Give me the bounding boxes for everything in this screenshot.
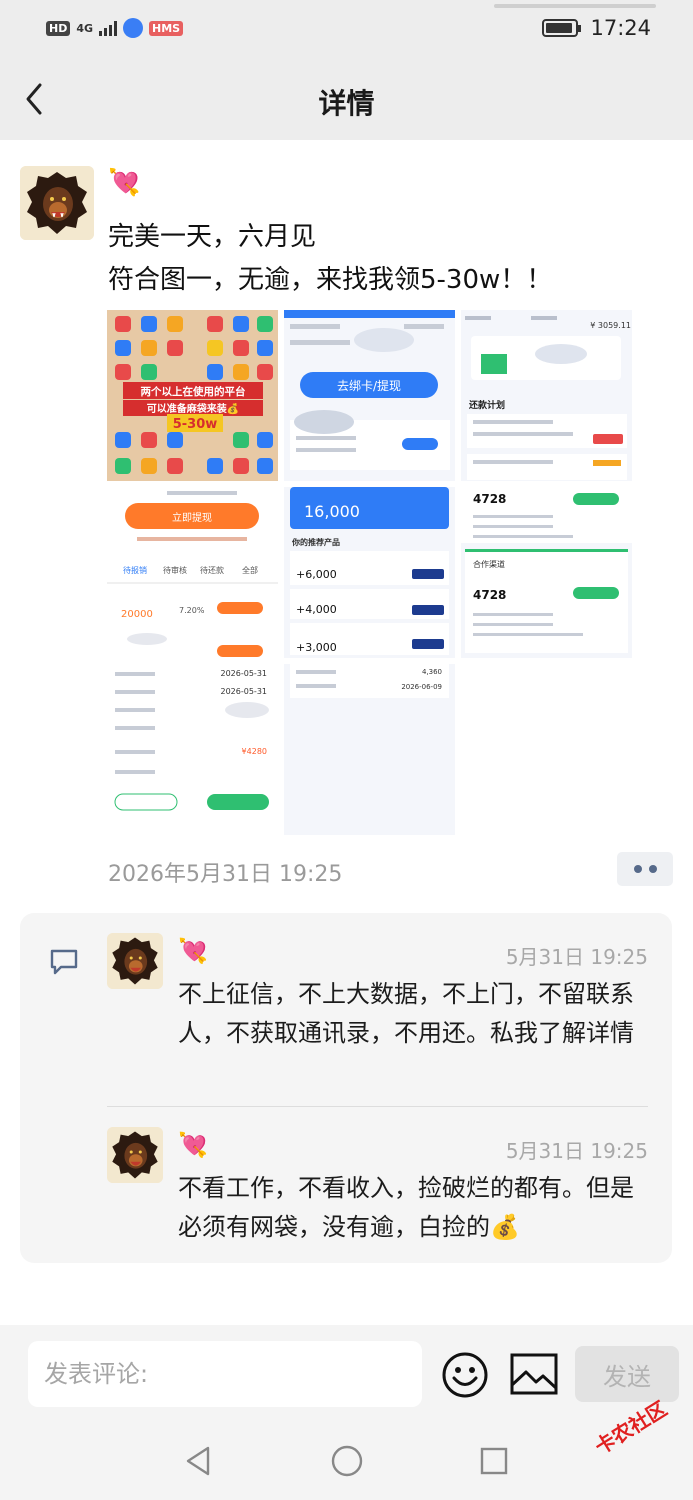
img3-amount: ¥ 3059.11 bbox=[590, 321, 631, 330]
emoji-icon bbox=[442, 1352, 488, 1398]
dot-icon bbox=[633, 865, 642, 873]
img2-button-label: 去绑卡/提现 bbox=[337, 378, 401, 393]
page-title: 详情 bbox=[318, 87, 375, 120]
img7-date-2: 2026-05-31 bbox=[221, 687, 268, 696]
post-image-6[interactable]: 4728 合作渠道 4728 bbox=[461, 487, 632, 658]
img7-price: ¥4280 bbox=[242, 747, 267, 756]
post-image-3[interactable]: ¥ 3059.11 还款计划 bbox=[461, 310, 632, 481]
post-text-line1: 完美一天，六月见 bbox=[108, 222, 317, 252]
system-back-button[interactable] bbox=[180, 1443, 216, 1479]
img5-amount: 16,000 bbox=[304, 502, 360, 521]
nav-bar: 详情 bbox=[0, 58, 693, 140]
lion-avatar-icon bbox=[107, 933, 163, 989]
clock: 17:24 bbox=[590, 16, 651, 40]
status-bar: HD 4G HMS 17:24 bbox=[0, 0, 693, 58]
comment-icon bbox=[48, 947, 80, 977]
comment-time: 5月31日 19:25 bbox=[505, 1139, 648, 1163]
post-image-8[interactable]: 4,360 2026-06-09 bbox=[284, 664, 455, 835]
system-home-button[interactable] bbox=[329, 1443, 365, 1479]
img4-tab-4: 全部 bbox=[242, 565, 258, 575]
network-label: 4G bbox=[76, 21, 94, 35]
img8-amount: 4,360 bbox=[422, 668, 442, 676]
comment-composer: 发送 bbox=[0, 1325, 693, 1425]
heart-emoji: 💘 bbox=[178, 937, 208, 965]
hd-badge: HD bbox=[46, 20, 71, 36]
img3-title: 还款计划 bbox=[468, 399, 505, 411]
avatar[interactable] bbox=[107, 933, 163, 989]
img5-item-3: +3,000 bbox=[296, 641, 337, 654]
comment-time: 5月31日 19:25 bbox=[505, 945, 648, 969]
img4-tab-1: 待报销 bbox=[123, 565, 147, 575]
img6-amount-2: 4728 bbox=[473, 588, 506, 602]
image-button[interactable] bbox=[509, 1352, 559, 1396]
avatar[interactable] bbox=[107, 1127, 163, 1183]
img6-amount-1: 4728 bbox=[473, 492, 506, 506]
post-image-2[interactable]: 去绑卡/提现 bbox=[284, 310, 455, 481]
img7-date-1: 2026-05-31 bbox=[221, 669, 268, 678]
home-circle-icon bbox=[331, 1445, 363, 1477]
lion-avatar-icon bbox=[107, 1127, 163, 1183]
post-image-5[interactable]: 16,000 你的推荐产品 +6,000 +4,000 +3,000 bbox=[284, 487, 455, 658]
post-image-4[interactable]: 立即提现 待报销 待审核 待还款 全部 20000 7.20% bbox=[107, 487, 278, 658]
hms-badge: HMS bbox=[149, 20, 184, 36]
post-image-1[interactable]: 两个以上在使用的平台 可以准备麻袋来装💰 5-30w bbox=[107, 310, 278, 481]
post-timestamp: 2026年5月31日 19:25 bbox=[108, 862, 343, 887]
system-recents-button[interactable] bbox=[476, 1443, 512, 1479]
img4-tab-3: 待还款 bbox=[200, 565, 224, 575]
avatar[interactable] bbox=[20, 166, 94, 240]
dot-icon bbox=[648, 865, 657, 873]
image-grid: 两个以上在使用的平台 可以准备麻袋来装💰 5-30w 去绑卡/提现 ¥ 3059… bbox=[107, 310, 633, 835]
img8-date: 2026-06-09 bbox=[401, 683, 442, 691]
status-right: 17:24 bbox=[542, 16, 651, 40]
img1-overlay-line3: 5-30w bbox=[173, 417, 218, 432]
comment-text: 不上征信，不上大数据，不上门，不留联系人，不获取通讯录，不用还。私我了解详情 bbox=[178, 980, 634, 1047]
img5-item-2: +4,000 bbox=[296, 603, 337, 616]
send-button[interactable]: 发送 bbox=[575, 1346, 679, 1402]
emoji-button[interactable] bbox=[441, 1351, 489, 1399]
img5-header: 你的推荐产品 bbox=[291, 537, 340, 547]
back-triangle-icon bbox=[186, 1446, 210, 1476]
status-left: HD 4G HMS bbox=[46, 18, 184, 38]
heart-emoji: 💘 bbox=[178, 1131, 208, 1159]
lion-avatar-icon bbox=[20, 166, 94, 240]
comment-input[interactable] bbox=[28, 1341, 422, 1407]
post-text: 完美一天，六月见 符合图一，无逾，来找我领5-30w！！ bbox=[108, 216, 552, 302]
comment-text: 不看工作，不看收入，捡破烂的都有。但是必须有网袋，没有逾，白捡的💰 bbox=[178, 1174, 634, 1241]
img4-amount: 20000 bbox=[121, 609, 153, 620]
img1-overlay-line2: 可以准备麻袋来装💰 bbox=[147, 402, 239, 415]
recents-square-icon bbox=[480, 1447, 508, 1475]
img4-button: 立即提现 bbox=[172, 511, 212, 524]
divider bbox=[107, 1106, 648, 1107]
network-icon bbox=[123, 18, 144, 38]
pull-indicator bbox=[494, 4, 656, 8]
img4-tab-2: 待审核 bbox=[163, 565, 187, 575]
image-icon bbox=[510, 1353, 558, 1395]
img1-overlay-line1: 两个以上在使用的平台 bbox=[141, 385, 246, 398]
more-button[interactable] bbox=[617, 852, 673, 886]
img4-rate: 7.20% bbox=[179, 606, 205, 615]
img6-subtitle: 合作渠道 bbox=[473, 559, 505, 569]
img5-item-1: +6,000 bbox=[296, 568, 337, 581]
signal-icon bbox=[99, 20, 118, 36]
heart-emoji: 💘 bbox=[108, 168, 141, 198]
post-text-line2: 符合图一，无逾，来找我领5-30w！！ bbox=[108, 265, 553, 295]
comments-panel: 💘 5月31日 19:25 不上征信，不上大数据，不上门，不留联系人，不获取通讯… bbox=[20, 913, 672, 1263]
battery-icon bbox=[542, 19, 582, 37]
post-image-7[interactable]: 2026-05-31 2026-05-31 ¥4280 bbox=[107, 664, 278, 835]
